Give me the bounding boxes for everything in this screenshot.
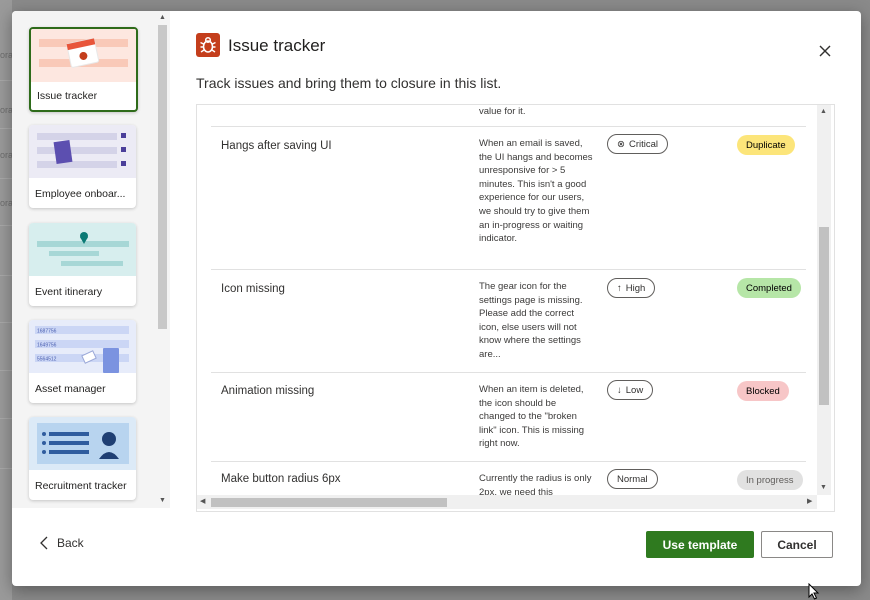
cell-title: Animation missing [221,385,315,397]
cell-title: Make button radius 6px [221,473,341,485]
template-list-scrollbar[interactable]: ▲ ▼ [156,11,169,508]
issue-tracker-thumbnail [31,29,136,82]
background-divider [0,128,12,129]
scroll-up-icon[interactable]: ▲ [820,108,827,115]
preview-vertical-scrollbar[interactable]: ▲ ▼ [817,105,831,495]
scrollbar-thumb[interactable] [819,227,829,405]
template-card-label: Asset manager [35,383,106,395]
cell-description: When an item is deleted, the icon should… [479,384,585,450]
status-badge: Completed [737,278,801,298]
critical-icon: ⊗ [617,138,625,150]
template-card-asset-manager[interactable]: 1687756 1649756 5564512 Asset manager [29,320,136,403]
chevron-left-icon [40,536,48,550]
priority-label: Normal [617,473,648,485]
template-card-label: Issue tracker [37,90,98,102]
priority-label: High [625,282,646,294]
table-row: Animation missing When an item is delete… [211,372,806,461]
scrollbar-thumb[interactable] [211,498,447,507]
priority-label: Critical [628,138,658,150]
template-card-issue-tracker[interactable]: Issue tracker [29,27,138,112]
arrow-down-icon: ↓ [617,384,622,396]
template-card-recruitment-tracker[interactable]: Recruitment tracker [29,417,136,500]
background-divider [0,178,12,179]
preview-horizontal-scrollbar[interactable]: ◀ ▶ [197,495,817,509]
arrow-up-icon: ↑ [617,282,622,294]
scroll-up-icon[interactable]: ▲ [159,14,166,21]
dialog-title: Issue tracker [228,36,326,55]
template-card-event-itinerary[interactable]: Event itinerary [29,223,136,306]
background-divider [0,468,12,469]
cell-description: The gear icon for the settings page is m… [479,281,583,360]
template-card-label: Event itinerary [35,286,103,298]
table-row: Hangs after saving UI When an email is s… [211,126,806,269]
template-preview: value for it. Hangs after saving UI When… [196,104,835,512]
template-list: Issue tracker Employee onboar... Event i… [12,11,170,508]
asset-manager-thumbnail: 1687756 1649756 5564512 [29,320,136,373]
use-template-button[interactable]: Use template [646,531,754,558]
background-page [0,0,12,600]
scroll-right-icon[interactable]: ▶ [807,497,812,505]
status-badge: Duplicate [737,135,795,155]
bug-icon [196,33,220,57]
cell-title: Icon missing [221,283,285,295]
close-icon[interactable] [818,44,832,58]
template-card-label: Employee onboar... [35,188,126,200]
background-divider [0,275,12,276]
mouse-pointer-icon [808,583,820,600]
background-divider [0,225,12,226]
background-divider [0,418,12,419]
background-divider [0,322,12,323]
scroll-down-icon[interactable]: ▼ [159,497,166,504]
asset-number: 1649756 [37,343,57,349]
cell-title: Hangs after saving UI [221,140,332,152]
cell-description: When an email is saved, the UI hangs and… [479,138,593,245]
priority-label: Low [625,384,644,396]
scroll-down-icon[interactable]: ▼ [820,484,827,491]
scrollbar-thumb[interactable] [158,25,167,329]
back-button[interactable]: Back [40,536,84,550]
recruitment-tracker-thumbnail [29,417,136,470]
priority-pill: ⊗ Critical [607,134,668,154]
priority-pill: Normal [607,469,658,489]
status-badge: Blocked [737,381,789,401]
background-divider [0,80,12,81]
asset-number: 5564512 [37,357,57,363]
cancel-button[interactable]: Cancel [761,531,833,558]
table-row: Icon missing The gear icon for the setti… [211,269,806,372]
employee-onboarding-thumbnail [29,125,136,178]
priority-pill: ↓ Low [607,380,654,400]
asset-number: 1687756 [37,329,57,335]
template-card-employee-onboarding[interactable]: Employee onboar... [29,125,136,208]
scroll-left-icon[interactable]: ◀ [200,497,205,505]
priority-pill: ↑ High [607,278,656,298]
event-itinerary-thumbnail [29,223,136,276]
status-badge: In progress [737,470,803,490]
background-divider [0,370,12,371]
back-label: Back [57,536,84,550]
cell-description-partial: value for it. [479,106,526,117]
template-dialog: Issue tracker Employee onboar... Event i… [12,11,861,586]
dialog-subtitle: Track issues and bring them to closure i… [196,75,502,91]
template-card-label: Recruitment tracker [35,480,127,492]
